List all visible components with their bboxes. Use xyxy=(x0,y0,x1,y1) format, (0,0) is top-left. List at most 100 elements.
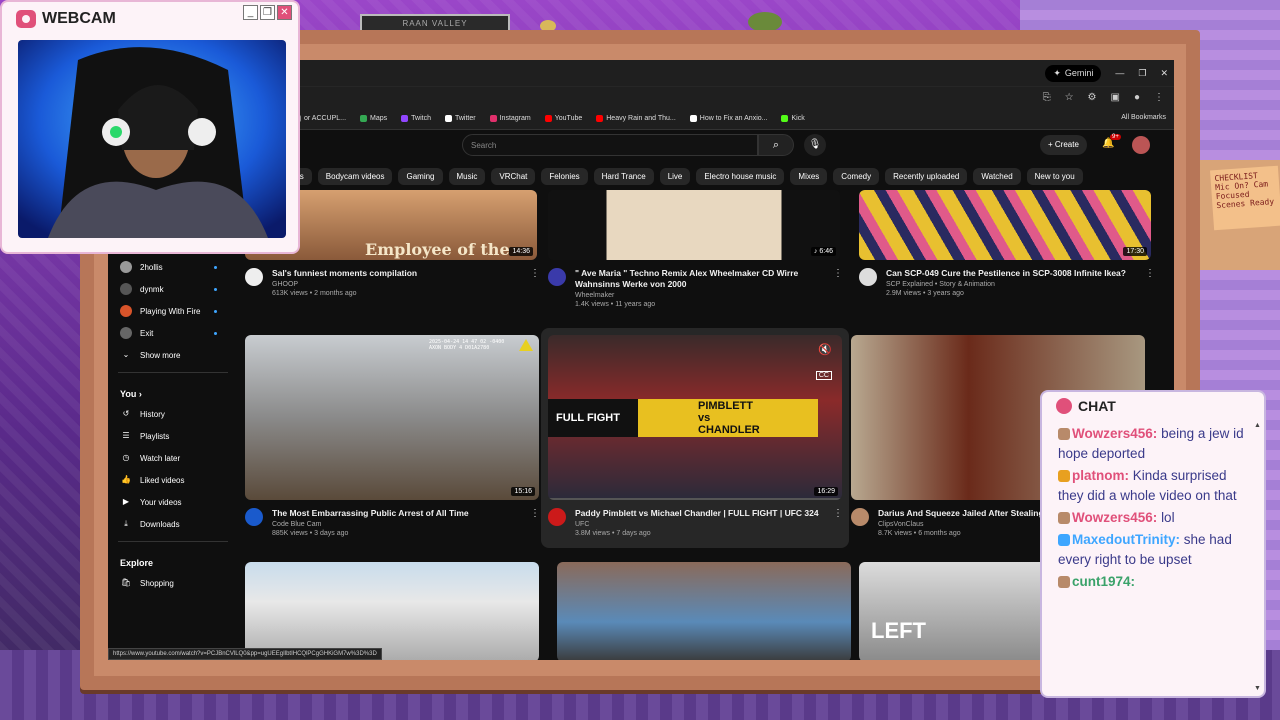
create-button[interactable]: + Create xyxy=(1040,135,1087,155)
channel-name[interactable]: SCP Explained • Story & Animation xyxy=(886,281,1146,288)
sidebar-item[interactable]: 2hollis xyxy=(108,256,238,278)
sidepanel-icon[interactable]: ▣ xyxy=(1111,92,1120,103)
channel-avatar[interactable] xyxy=(851,508,869,526)
maximize-icon[interactable]: ❐ xyxy=(260,5,275,20)
mic-button[interactable]: 🎙 xyxy=(804,134,826,156)
maximize-icon[interactable]: ❐ xyxy=(1138,68,1146,79)
badge-icon xyxy=(1058,512,1070,525)
webcam-title: WEBCAM xyxy=(16,10,116,28)
filter-chip[interactable]: Felonies xyxy=(541,167,588,185)
avatar[interactable] xyxy=(1132,136,1150,154)
sidebar-item[interactable]: ⌄ Show more xyxy=(108,344,238,366)
filter-chip[interactable]: Recently uploaded xyxy=(885,167,968,185)
search-button[interactable]: ⌕ xyxy=(758,134,794,156)
bookmark-item[interactable]: Kick xyxy=(781,115,805,122)
bookmark-item[interactable]: YouTube xyxy=(544,115,582,122)
more-options-icon[interactable]: ⋮ xyxy=(530,508,540,519)
close-icon[interactable]: ✕ xyxy=(277,5,292,20)
filter-chip[interactable]: Mixes xyxy=(790,167,828,185)
video-title[interactable]: " Ave Maria " Techno Remix Alex Wheelmak… xyxy=(575,268,825,290)
sidebar-item[interactable]: dynmk xyxy=(108,278,238,300)
channel-avatar[interactable] xyxy=(245,268,263,286)
filter-chip[interactable]: Hard Trance xyxy=(593,167,654,185)
more-options-icon[interactable]: ⋮ xyxy=(1145,268,1155,279)
sidebar-item[interactable]: ◷ Watch later xyxy=(108,447,238,469)
chat-message: platnom: Kinda surprised they did a whol… xyxy=(1058,466,1254,506)
more-options-icon[interactable]: ⋮ xyxy=(530,268,540,279)
chat-username[interactable]: MaxedoutTrinity: xyxy=(1072,532,1180,547)
sidebar-item[interactable]: ☰ Playlists xyxy=(108,425,238,447)
video-thumbnail[interactable]: 17:30 xyxy=(859,190,1151,260)
chat-username[interactable]: Wowzers456: xyxy=(1072,510,1157,525)
chat-username[interactable]: platnom: xyxy=(1072,468,1129,483)
filter-chip[interactable]: Gaming xyxy=(398,167,443,185)
bookmark-item[interactable]: Heavy Rain and Thu... xyxy=(596,115,676,122)
gemini-icon: ✦ xyxy=(1053,67,1061,78)
filter-chip[interactable]: Comedy xyxy=(833,167,880,185)
extensions-icon[interactable]: ⚙ xyxy=(1088,92,1097,103)
video-thumbnail[interactable] xyxy=(557,562,851,660)
scroll-down-icon[interactable]: ▼ xyxy=(1254,685,1261,692)
close-icon[interactable]: ✕ xyxy=(1160,68,1168,79)
bookmark-favicon-icon xyxy=(401,115,409,122)
star-icon[interactable]: ☆ xyxy=(1065,92,1074,103)
bookmark-item[interactable]: How to Fix an Anxio... xyxy=(689,115,767,122)
chat-username[interactable]: cunt1974: xyxy=(1072,574,1135,589)
sidebar-item-label: 2hollis xyxy=(140,262,163,272)
captions-icon[interactable]: CC xyxy=(815,371,832,380)
sidebar-item[interactable]: Exit xyxy=(108,322,238,344)
video-thumbnail[interactable] xyxy=(245,562,539,660)
video-title[interactable]: Paddy Pimblett vs Michael Chandler | FUL… xyxy=(575,508,825,519)
video-thumbnail[interactable]: ♪ 6:46 xyxy=(548,190,840,260)
channel-name[interactable]: Wheelmaker xyxy=(575,292,825,299)
more-options-icon[interactable]: ⋮ xyxy=(833,508,843,519)
sidebar-icon: 👍 xyxy=(121,475,131,484)
mute-icon[interactable]: 🔇 xyxy=(818,343,832,356)
channel-name[interactable]: Code Blue Cam xyxy=(272,521,522,528)
sidebar-item[interactable]: ↺ History xyxy=(108,403,238,425)
filter-chip[interactable]: New to you xyxy=(1026,167,1083,185)
profile-icon[interactable]: ● xyxy=(1134,92,1140,103)
cast-icon[interactable]: ⎘ xyxy=(1043,92,1051,103)
video-title[interactable]: The Most Embarrassing Public Arrest of A… xyxy=(272,508,522,519)
filter-chip[interactable]: Watched xyxy=(973,167,1021,185)
you-heading[interactable]: You › xyxy=(108,379,238,403)
filter-chip[interactable]: Electro house music xyxy=(696,167,785,185)
channel-name[interactable]: UFC xyxy=(575,521,825,528)
filter-chip[interactable]: Bodycam videos xyxy=(317,167,393,185)
bookmark-item[interactable]: Twitch xyxy=(401,115,431,122)
bookmark-item[interactable]: Maps xyxy=(360,115,387,122)
chat-username[interactable]: Wowzers456: xyxy=(1072,426,1157,441)
filter-chip[interactable]: Live xyxy=(659,167,691,185)
channel-avatar[interactable] xyxy=(245,508,263,526)
channel-avatar[interactable] xyxy=(548,508,566,526)
scroll-up-icon[interactable]: ▲ xyxy=(1254,422,1261,429)
sidebar-item[interactable]: 🛍 Shopping xyxy=(108,572,238,594)
menu-icon[interactable]: ⋮ xyxy=(1154,92,1164,103)
sidebar-item[interactable]: ⤓ Downloads xyxy=(108,513,238,535)
more-options-icon[interactable]: ⋮ xyxy=(833,268,843,279)
minimize-icon[interactable]: — xyxy=(1115,68,1124,78)
filter-chip[interactable]: VRChat xyxy=(491,167,536,185)
video-thumbnail[interactable]: 2025-04-24 14 47 02 -0400 AXON BODY 4 D0… xyxy=(245,335,539,500)
channel-name[interactable]: GHOOP xyxy=(272,281,522,288)
chat-panel: CHAT Wowzers456: being a jew id hope dep… xyxy=(1040,390,1266,698)
video-title[interactable]: Sal's funniest moments compilation xyxy=(272,268,522,279)
bookmark-item[interactable]: Instagram xyxy=(489,115,531,122)
channel-avatar[interactable] xyxy=(859,268,877,286)
sidebar-item[interactable]: Playing With Fire xyxy=(108,300,238,322)
minimize-icon[interactable]: _ xyxy=(243,5,258,20)
search-input[interactable]: Search xyxy=(462,134,758,156)
bookmark-item[interactable]: or ACCUPL... xyxy=(294,115,346,122)
video-title[interactable]: Can SCP-049 Cure the Pestilence in SCP-3… xyxy=(886,268,1146,279)
chat-scrollbar[interactable]: ▲ ▼ xyxy=(1254,422,1261,692)
sidebar-item[interactable]: ▶ Your videos xyxy=(108,491,238,513)
filter-chip[interactable]: Music xyxy=(448,167,486,185)
sidebar-item[interactable]: 👍 Liked videos xyxy=(108,469,238,491)
video-thumbnail[interactable]: FULL FIGHT PIMBLETT vs CHANDLER 🔇 CC 16:… xyxy=(548,335,842,500)
status-url: https://www.youtube.com/watch?v=PCJBnCVl… xyxy=(108,648,382,660)
channel-avatar[interactable] xyxy=(548,268,566,286)
all-bookmarks-button[interactable]: All Bookmarks xyxy=(1121,114,1166,121)
bookmark-item[interactable]: Twitter xyxy=(444,115,476,122)
gemini-button[interactable]: ✦ Gemini xyxy=(1045,64,1102,82)
